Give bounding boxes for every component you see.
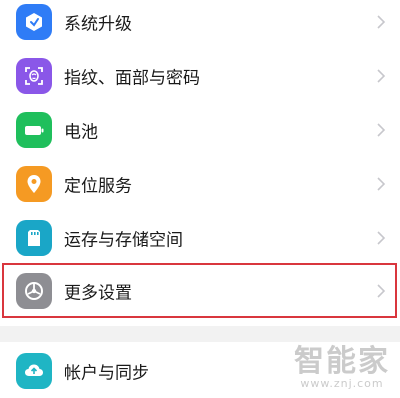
settings-item-fingerprint-face-password[interactable]: 指纹、面部与密码 bbox=[0, 49, 400, 103]
chevron-right-icon bbox=[377, 123, 386, 137]
chevron-right-icon bbox=[377, 231, 386, 245]
fingerprint-face-icon bbox=[16, 58, 52, 94]
settings-item-storage[interactable]: 运存与存储空间 bbox=[0, 211, 400, 265]
account-sync-icon bbox=[16, 353, 52, 389]
settings-item-label: 电池 bbox=[64, 122, 98, 143]
chevron-right-icon bbox=[377, 69, 386, 83]
more-settings-icon bbox=[16, 273, 52, 309]
chevron-right-icon bbox=[377, 284, 386, 298]
watermark-url-text: www.znj.com bbox=[300, 377, 384, 390]
settings-item-label: 系统升级 bbox=[64, 14, 132, 35]
watermark: 智能家 www.znj.com bbox=[294, 346, 390, 390]
battery-icon bbox=[16, 112, 52, 148]
system-update-icon bbox=[16, 4, 52, 40]
settings-item-system-update[interactable]: 系统升级 bbox=[0, 0, 400, 49]
section-gap bbox=[0, 326, 400, 342]
settings-item-label: 定位服务 bbox=[64, 176, 132, 197]
chevron-right-icon bbox=[377, 15, 386, 29]
watermark-main-text: 智能家 bbox=[294, 344, 390, 379]
settings-item-label: 运存与存储空间 bbox=[64, 230, 183, 251]
settings-item-label: 帐户与同步 bbox=[64, 363, 149, 384]
settings-item-battery[interactable]: 电池 bbox=[0, 103, 400, 157]
settings-item-location[interactable]: 定位服务 bbox=[0, 157, 400, 211]
chevron-right-icon bbox=[377, 177, 386, 191]
storage-icon bbox=[16, 220, 52, 256]
location-icon bbox=[16, 166, 52, 202]
settings-item-more-settings[interactable]: 更多设置 bbox=[0, 264, 400, 318]
settings-item-label: 更多设置 bbox=[64, 283, 132, 304]
settings-item-label: 指纹、面部与密码 bbox=[64, 68, 200, 89]
